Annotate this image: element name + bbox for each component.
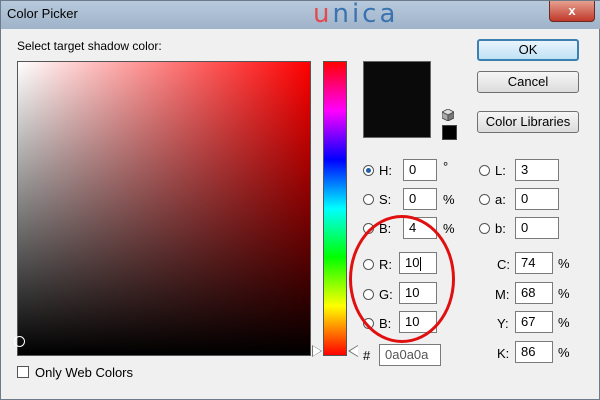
y-input[interactable]: 67 [515,311,553,333]
lab-b-radio[interactable] [479,223,490,234]
cancel-button[interactable]: Cancel [477,71,579,93]
y-unit: % [558,315,570,330]
color-picker-window: Color Picker unica x Select target shado… [0,0,600,400]
color-field[interactable] [17,61,311,356]
hue-slider-arrow-right[interactable] [350,346,358,356]
m-label: M: [495,287,510,302]
current-color-swatch[interactable] [363,97,431,138]
c-unit: % [558,256,570,271]
prompt-label: Select target shadow color: [17,39,162,53]
b-unit: % [443,221,455,236]
s-label: S: [379,192,392,207]
hex-label: # [363,348,371,363]
close-icon: x [568,3,576,18]
m-input[interactable]: 68 [515,282,553,304]
c-input[interactable]: 74 [515,252,553,274]
c-label: C: [497,257,510,272]
l-label: L: [495,163,506,178]
new-color-swatch [363,61,431,98]
k-input[interactable]: 86 [515,341,553,363]
a-radio[interactable] [479,194,490,205]
h-unit: ° [443,159,449,174]
s-radio[interactable] [363,194,374,205]
color-libraries-button[interactable]: Color Libraries [477,111,579,133]
color-field-marker[interactable] [14,336,25,347]
only-web-colors-label: Only Web Colors [35,365,134,380]
h-label: H: [379,163,392,178]
watermark-logo: unica [313,0,399,29]
y-label: Y: [497,316,509,331]
a-input[interactable]: 0 [515,188,559,210]
h-radio[interactable] [363,165,374,176]
k-unit: % [558,345,570,360]
hex-input[interactable]: 0a0a0a [379,344,441,366]
close-button[interactable]: x [549,1,595,22]
k-label: K: [497,346,510,361]
hue-slider[interactable] [323,61,347,356]
s-input[interactable]: 0 [403,188,437,210]
cube-icon[interactable] [442,109,454,121]
a-label: a: [495,192,506,207]
title-bar[interactable]: Color Picker unica x [1,0,600,29]
hue-slider-arrow-left[interactable] [313,346,321,356]
lab-b-label: b: [495,221,506,236]
window-title: Color Picker [7,6,78,21]
ok-button[interactable]: OK [477,39,579,61]
l-radio[interactable] [479,165,490,176]
s-unit: % [443,192,455,207]
h-input[interactable]: 0 [403,159,437,181]
l-input[interactable]: 3 [515,159,559,181]
highlight-circle [349,215,455,343]
lab-b-input[interactable]: 0 [515,217,559,239]
only-web-colors-checkbox[interactable] [17,366,29,378]
m-unit: % [558,286,570,301]
web-safe-swatch[interactable] [442,125,457,140]
